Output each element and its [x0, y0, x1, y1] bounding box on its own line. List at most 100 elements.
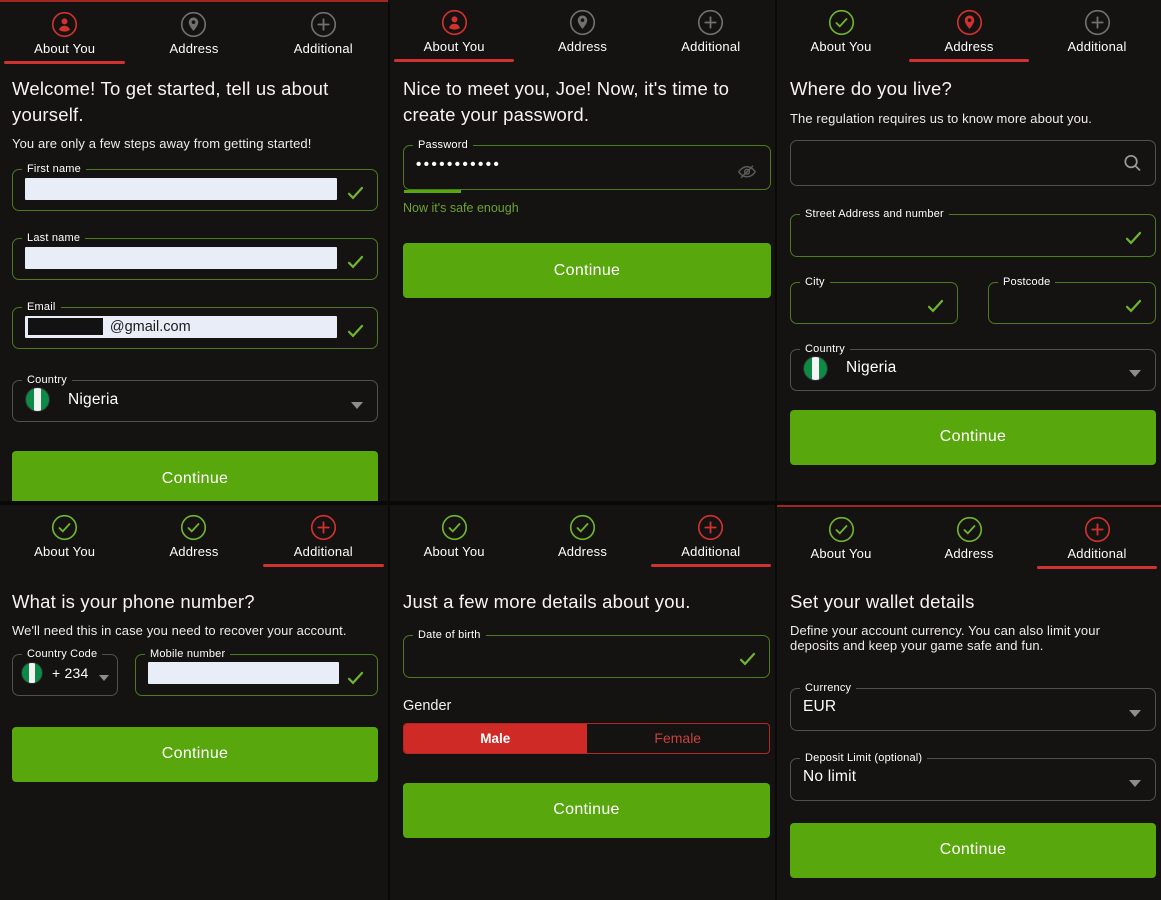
field-label: Deposit Limit (optional): [800, 753, 927, 764]
first-name-field[interactable]: First name: [12, 164, 378, 211]
first-name-input[interactable]: [25, 178, 337, 200]
chevron-down-icon: [1129, 780, 1141, 787]
tab-label: Additional: [1067, 39, 1126, 54]
chevron-down-icon: [99, 675, 109, 681]
person-icon: [441, 9, 468, 36]
field-label: Mobile number: [145, 649, 230, 660]
tab-address[interactable]: Address: [905, 516, 1033, 569]
tab-label: Address: [944, 546, 993, 561]
active-tab-underline: [909, 59, 1029, 62]
tab-address[interactable]: Address: [518, 9, 646, 62]
tab-about-you[interactable]: About You: [0, 11, 129, 64]
person-icon: [51, 11, 78, 38]
page-title: Welcome! To get started, tell us about y…: [12, 76, 378, 127]
valid-check-icon: [1124, 229, 1143, 248]
active-tab-underline: [263, 564, 385, 567]
address-search-input[interactable]: [790, 140, 1156, 186]
tab-label: About You: [424, 39, 485, 54]
country-code-value: + 234: [52, 665, 88, 681]
check-circle-icon: [828, 516, 855, 543]
continue-button[interactable]: Continue: [403, 243, 771, 298]
gender-male-option[interactable]: Male: [404, 724, 587, 753]
step-tabs: About You Address Additional: [390, 0, 775, 62]
tab-address[interactable]: Address: [129, 514, 258, 567]
continue-button[interactable]: Continue: [403, 783, 770, 838]
tab-address[interactable]: Address: [129, 11, 258, 64]
tab-about-you[interactable]: About You: [390, 9, 518, 62]
gender-female-option[interactable]: Female: [587, 724, 770, 753]
gender-toggle: Male Female: [403, 723, 770, 754]
country-select[interactable]: Country Nigeria: [790, 344, 1156, 391]
chevron-down-icon: [1129, 370, 1141, 377]
currency-select[interactable]: Currency EUR: [790, 683, 1156, 731]
pin-icon: [569, 9, 596, 36]
page-subtitle: The regulation requires us to know more …: [790, 111, 1156, 126]
field-label: Last name: [22, 233, 85, 244]
plus-icon: [310, 514, 337, 541]
tab-label: Additional: [1067, 546, 1126, 561]
check-circle-icon: [569, 514, 596, 541]
page-title: Where do you live?: [790, 76, 1156, 102]
step-tabs: About You Address Additional: [777, 0, 1161, 62]
plus-icon: [310, 11, 337, 38]
plus-icon: [1084, 9, 1111, 36]
city-field[interactable]: City: [790, 277, 958, 324]
tab-label: About You: [34, 544, 95, 559]
redacted-username: [28, 318, 103, 335]
step-tabs: About You Address Additional: [0, 505, 388, 567]
field-label: City: [800, 277, 830, 288]
plus-icon: [697, 9, 724, 36]
active-tab-underline: [4, 61, 126, 64]
page-title: Nice to meet you, Joe! Now, it's time to…: [403, 76, 771, 127]
continue-button[interactable]: Continue: [12, 451, 378, 501]
check-circle-icon: [51, 514, 78, 541]
date-of-birth-field[interactable]: Date of birth: [403, 630, 770, 678]
deposit-limit-select[interactable]: Deposit Limit (optional) No limit: [790, 753, 1156, 801]
field-label: Country: [22, 375, 72, 386]
nigeria-flag-icon: [21, 662, 43, 684]
tab-additional[interactable]: Additional: [1033, 9, 1161, 62]
tab-additional[interactable]: Additional: [647, 514, 775, 567]
tab-about-you[interactable]: About You: [0, 514, 129, 567]
tab-label: Additional: [681, 39, 740, 54]
tab-about-you[interactable]: About You: [777, 9, 905, 62]
chevron-down-icon: [1129, 710, 1141, 717]
page-subtitle: You are only a few steps away from getti…: [12, 136, 378, 151]
last-name-input[interactable]: [25, 247, 337, 269]
tab-label: About You: [810, 546, 871, 561]
last-name-field[interactable]: Last name: [12, 233, 378, 280]
active-tab-underline: [1037, 566, 1157, 569]
postcode-field[interactable]: Postcode: [988, 277, 1156, 324]
tab-address[interactable]: Address: [518, 514, 646, 567]
valid-check-icon: [1124, 296, 1143, 315]
email-input[interactable]: @gmail.com: [25, 316, 337, 338]
tab-label: Additional: [681, 544, 740, 559]
valid-check-icon: [738, 650, 757, 669]
panel-password: About You Address Additional Nice to mee…: [390, 0, 775, 501]
field-label: Currency: [800, 683, 856, 694]
continue-button[interactable]: Continue: [790, 823, 1156, 878]
panel-personal-details: About You Address Additional Just a few …: [390, 505, 775, 900]
tab-additional[interactable]: Additional: [1033, 516, 1161, 569]
field-label: Street Address and number: [800, 209, 949, 220]
panel-about-you-names: About You Address Additional Welcome! To…: [0, 0, 388, 501]
valid-check-icon: [926, 296, 945, 315]
tab-about-you[interactable]: About You: [390, 514, 518, 567]
email-field[interactable]: Email @gmail.com: [12, 302, 378, 349]
tab-additional[interactable]: Additional: [259, 514, 388, 567]
continue-button[interactable]: Continue: [12, 727, 378, 782]
mobile-number-input[interactable]: [148, 662, 339, 684]
continue-button[interactable]: Continue: [790, 410, 1156, 465]
search-icon: [1121, 151, 1144, 174]
step-tabs: About You Address Additional: [390, 505, 775, 567]
street-address-field[interactable]: Street Address and number: [790, 209, 1156, 257]
eye-off-icon[interactable]: [736, 161, 758, 183]
country-select[interactable]: Country Nigeria: [12, 375, 378, 422]
password-field[interactable]: Password •••••••••••: [403, 140, 771, 190]
tab-additional[interactable]: Additional: [259, 11, 388, 64]
tab-about-you[interactable]: About You: [777, 516, 905, 569]
tab-address[interactable]: Address: [905, 9, 1033, 62]
tab-additional[interactable]: Additional: [647, 9, 775, 62]
country-code-select[interactable]: Country Code + 234: [12, 649, 118, 696]
mobile-number-field[interactable]: Mobile number: [135, 649, 378, 696]
